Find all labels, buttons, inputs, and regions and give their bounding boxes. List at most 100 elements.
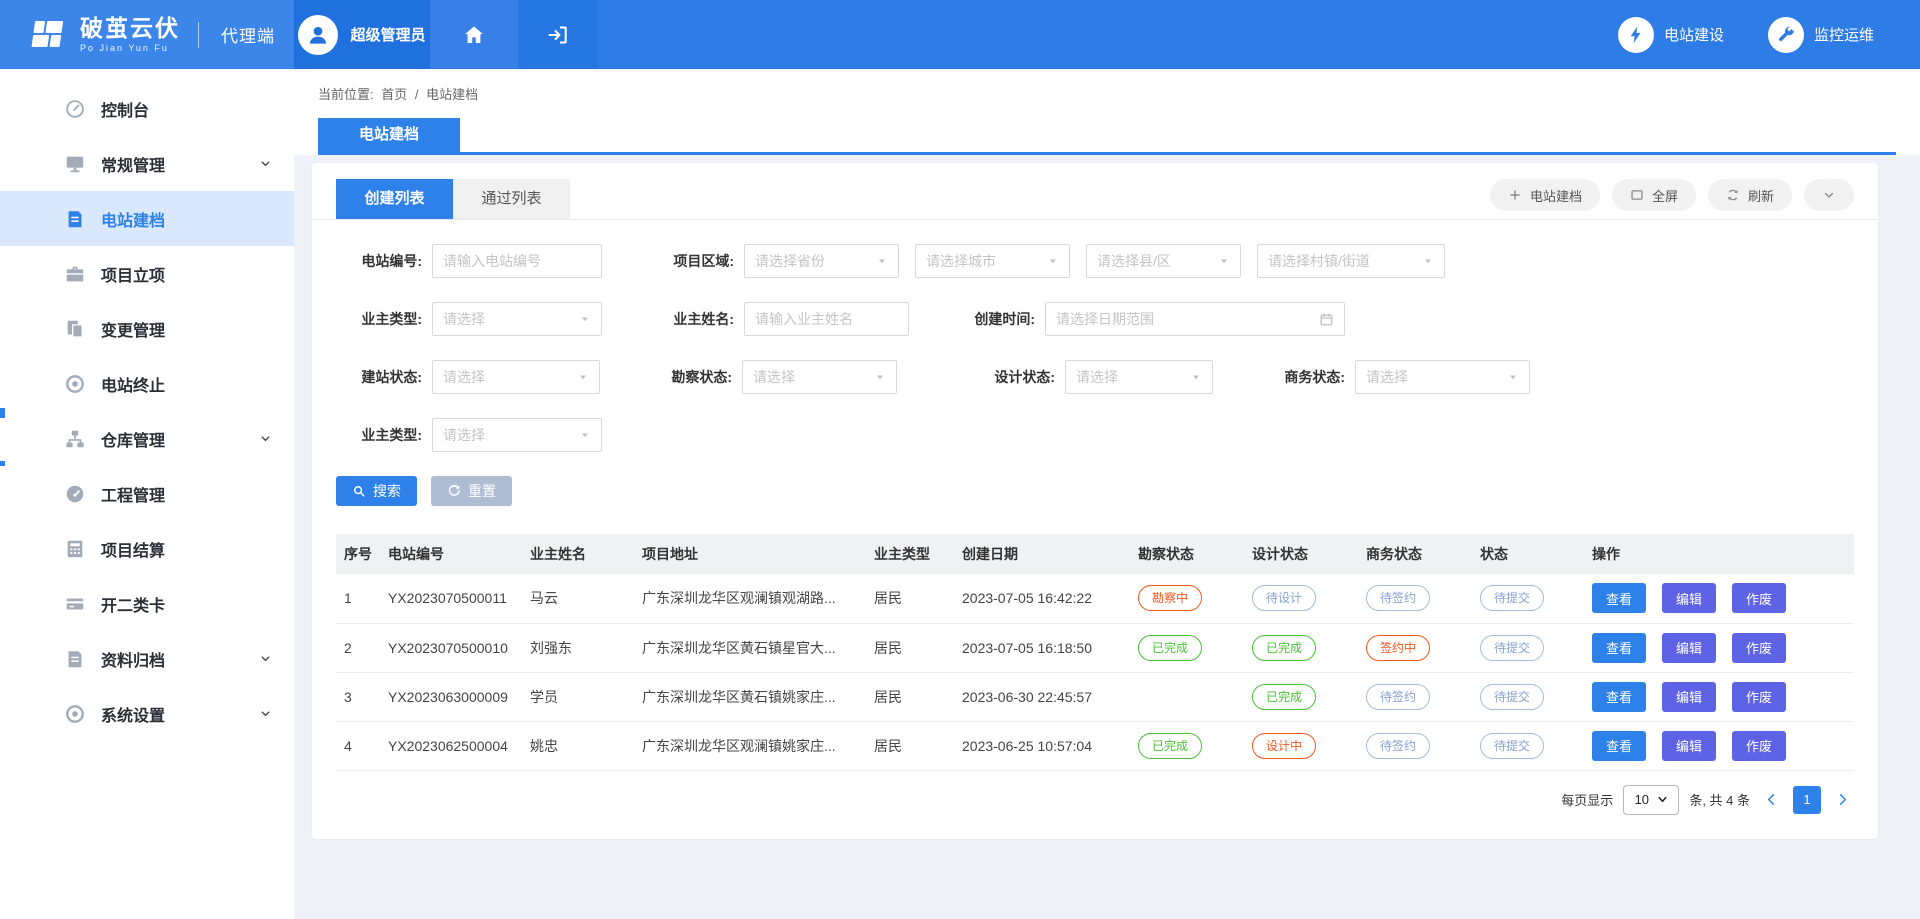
table-row: 4YX2023062500004姚忠广东深圳龙华区观澜镇姚家庄...居民2023… [336, 721, 1854, 770]
list-tab-created[interactable]: 创建列表 [336, 179, 453, 219]
build_status-select[interactable]: 请选择 [432, 360, 600, 394]
sidebar-item-gauge[interactable]: 工程管理 [0, 466, 294, 521]
action-button-plus[interactable]: 电站建档 [1490, 179, 1600, 211]
chevron-left-icon [1764, 792, 1779, 807]
view-button[interactable]: 查看 [1592, 583, 1646, 613]
header-nav-lightning[interactable]: 电站建设 [1618, 17, 1724, 53]
region-select-1[interactable]: 请选择城市 [915, 244, 1070, 278]
void-button[interactable]: 作废 [1732, 682, 1786, 712]
sidebar-item-target[interactable]: 系统设置 [0, 686, 294, 741]
sidebar-item-briefcase[interactable]: 项目立项 [0, 246, 294, 301]
table-row: 3YX2023063000009学员广东深圳龙华区黄石镇姚家庄...居民2023… [336, 672, 1854, 721]
void-button[interactable]: 作废 [1732, 583, 1786, 613]
sidebar-item-dashboard[interactable]: 控制台 [0, 81, 294, 136]
user-menu[interactable]: 超级管理员 [294, 0, 430, 69]
action-button-refresh[interactable]: 刷新 [1708, 179, 1792, 211]
status-badge: 待提交 [1480, 684, 1544, 710]
edit-button[interactable]: 编辑 [1662, 731, 1716, 761]
page-number-1[interactable]: 1 [1793, 786, 1821, 814]
filter-row: 业主类型:请选择 [336, 418, 1854, 452]
business_status-select[interactable]: 请选择 [1355, 360, 1530, 394]
sidebar-item-monitor[interactable]: 常规管理 [0, 136, 294, 191]
sidebar-item-copy[interactable]: 变更管理 [0, 301, 294, 356]
brand-subtitle: Po Jian Yun Fu [80, 43, 180, 53]
header-nav-wrench[interactable]: 监控运维 [1768, 17, 1874, 53]
sidebar-item-label: 电站终止 [101, 372, 165, 396]
next-page-button[interactable] [1831, 792, 1854, 807]
caret-down-icon [874, 371, 886, 383]
plus-icon [1508, 188, 1522, 202]
search-button[interactable]: 搜索 [336, 476, 417, 506]
region-select-2[interactable]: 请选择县/区 [1086, 244, 1241, 278]
reset-button[interactable]: 重置 [431, 476, 512, 506]
page-tab-station-archive[interactable]: 电站建档 [318, 118, 460, 152]
edit-button[interactable]: 编辑 [1662, 633, 1716, 663]
sidebar-item-sitemap[interactable]: 仓库管理 [0, 411, 294, 466]
sidebar-item-stop-circle[interactable]: 电站终止 [0, 356, 294, 411]
cell-index: 1 [336, 574, 380, 623]
prev-page-button[interactable] [1760, 792, 1783, 807]
sidebar-item-document[interactable]: 电站建档 [0, 191, 294, 246]
filter-field-station_code: 电站编号:请输入电站编号 [336, 244, 602, 278]
action-button-label: 电站建档 [1530, 186, 1582, 205]
survey_status-select[interactable]: 请选择 [742, 360, 897, 394]
column-header: 状态 [1472, 534, 1584, 574]
column-header: 勘察状态 [1130, 534, 1244, 574]
sidebar-item-label: 控制台 [101, 97, 149, 121]
action-button-label: 全屏 [1652, 186, 1678, 205]
sidebar-item-calculator[interactable]: 项目结算 [0, 521, 294, 576]
cell-design-status: 设计中 [1244, 721, 1358, 770]
cell-actions: 查看编辑作废 [1584, 574, 1854, 623]
logout-button[interactable] [518, 0, 598, 69]
header-nav: 电站建设 监控运维 [1618, 0, 1920, 69]
select-placeholder: 请选择 [443, 309, 485, 329]
filter-field-project_region: 项目区域:请选择省份请选择城市请选择县/区请选择村镇/街道 [648, 244, 1445, 278]
station_code-input[interactable]: 请输入电站编号 [432, 244, 602, 278]
action-button-fullscreen[interactable]: 全屏 [1612, 179, 1696, 211]
filter-label: 勘察状态: [646, 367, 732, 387]
sidebar-item-label: 项目立项 [101, 262, 165, 286]
owner_type2-select[interactable]: 请选择 [432, 418, 602, 452]
void-button[interactable]: 作废 [1732, 731, 1786, 761]
dashboard-icon [64, 98, 86, 120]
breadcrumb-separator: / [415, 87, 419, 102]
owner_type-select[interactable]: 请选择 [432, 302, 602, 336]
region-select-3[interactable]: 请选择村镇/街道 [1257, 244, 1445, 278]
calculator-icon [64, 538, 86, 560]
select-placeholder: 请选择 [1366, 367, 1408, 387]
cell-survey-status: 已完成 [1130, 623, 1244, 672]
create_time-date-input[interactable]: 请选择日期范围 [1045, 302, 1345, 336]
edit-button[interactable]: 编辑 [1662, 583, 1716, 613]
select-placeholder: 请选择省份 [755, 251, 825, 271]
view-button[interactable]: 查看 [1592, 633, 1646, 663]
edit-button[interactable]: 编辑 [1662, 682, 1716, 712]
view-button[interactable]: 查看 [1592, 682, 1646, 712]
cell-station-code: YX2023070500011 [380, 574, 522, 623]
page-size-select[interactable]: 10 [1623, 785, 1679, 815]
breadcrumb-home-link[interactable]: 首页 [381, 87, 407, 102]
filter-row: 建站状态:请选择勘察状态:请选择设计状态:请选择商务状态:请选择 [336, 360, 1854, 394]
home-button[interactable] [430, 0, 518, 69]
filter-label: 设计状态: [969, 367, 1055, 387]
filter-label: 业主类型: [336, 309, 422, 329]
collapse-button[interactable] [1804, 179, 1854, 211]
cell-business-status: 签约中 [1358, 623, 1472, 672]
filter-row: 电站编号:请输入电站编号项目区域:请选择省份请选择城市请选择县/区请选择村镇/街… [336, 244, 1854, 278]
cell-created-date: 2023-07-05 16:42:22 [954, 574, 1130, 623]
filter-label: 创建时间: [949, 309, 1035, 329]
void-button[interactable]: 作废 [1732, 633, 1786, 663]
caret-down-icon [1218, 255, 1230, 267]
cell-station-code: YX2023063000009 [380, 672, 522, 721]
owner_name-input[interactable]: 请输入业主姓名 [744, 302, 909, 336]
column-header: 项目地址 [634, 534, 866, 574]
design_status-select[interactable]: 请选择 [1065, 360, 1213, 394]
view-button[interactable]: 查看 [1592, 731, 1646, 761]
sidebar-item-card[interactable]: 开二类卡 [0, 576, 294, 631]
sidebar-item-file[interactable]: 资料归档 [0, 631, 294, 686]
list-tab-passed[interactable]: 通过列表 [453, 179, 570, 219]
caret-down-icon [579, 429, 591, 441]
region-select-0[interactable]: 请选择省份 [744, 244, 899, 278]
select-placeholder: 请选择 [1076, 367, 1118, 387]
chevron-down-icon [259, 157, 272, 170]
cell-created-date: 2023-07-05 16:18:50 [954, 623, 1130, 672]
